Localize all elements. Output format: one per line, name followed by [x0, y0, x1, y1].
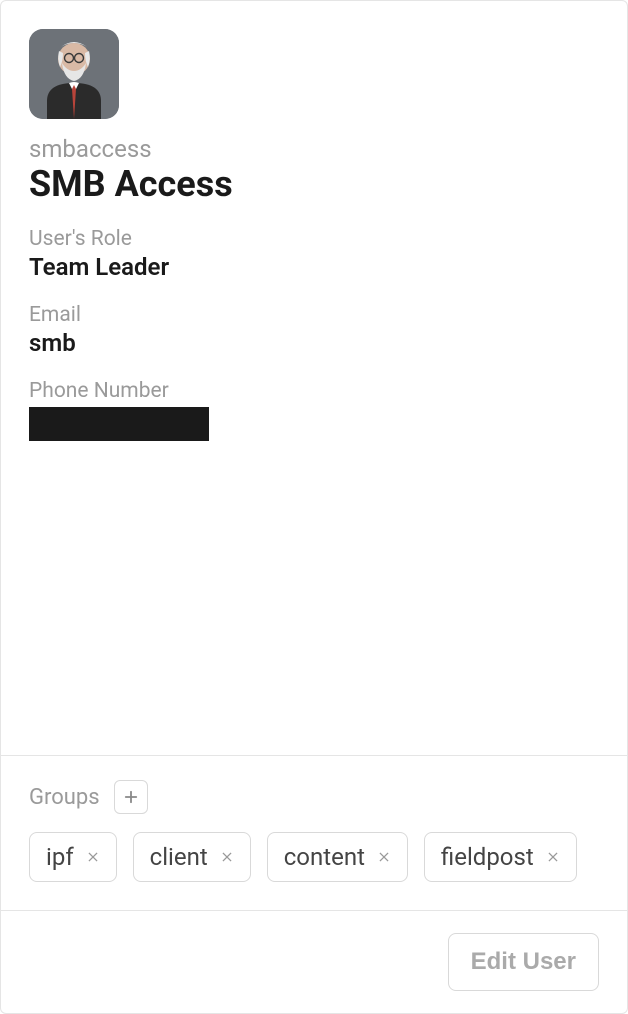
group-tag: ipf	[29, 832, 117, 882]
user-profile-card: smbaccess SMB Access User's Role Team Le…	[0, 0, 628, 1014]
group-tag-label: ipf	[46, 843, 74, 871]
remove-group-button[interactable]	[86, 850, 100, 864]
groups-header: Groups	[29, 780, 599, 814]
username-text: smbaccess	[29, 135, 599, 163]
avatar-image-icon	[29, 29, 119, 119]
group-tags-container: ipf client content fieldpost	[29, 832, 599, 882]
avatar	[29, 29, 119, 119]
remove-group-button[interactable]	[546, 850, 560, 864]
email-field: Email smb	[29, 303, 599, 357]
remove-group-button[interactable]	[220, 850, 234, 864]
remove-group-button[interactable]	[377, 850, 391, 864]
role-field: User's Role Team Leader	[29, 227, 599, 281]
profile-section: smbaccess SMB Access User's Role Team Le…	[1, 1, 627, 755]
close-icon	[377, 850, 391, 864]
edit-user-button[interactable]: Edit User	[448, 933, 599, 991]
card-footer: Edit User	[1, 910, 627, 1013]
close-icon	[220, 850, 234, 864]
add-group-button[interactable]	[114, 780, 148, 814]
close-icon	[546, 850, 560, 864]
email-label: Email	[29, 303, 599, 327]
group-tag: content	[267, 832, 408, 882]
group-tag-label: client	[150, 843, 208, 871]
role-label: User's Role	[29, 227, 599, 251]
group-tag: fieldpost	[424, 832, 577, 882]
role-value: Team Leader	[29, 253, 599, 281]
close-icon	[86, 850, 100, 864]
phone-label: Phone Number	[29, 379, 599, 403]
groups-section: Groups ipf client content fieldpost	[1, 755, 627, 910]
group-tag-label: content	[284, 843, 365, 871]
groups-label: Groups	[29, 785, 100, 810]
phone-value-redacted	[29, 407, 209, 441]
email-value: smb	[29, 329, 599, 357]
phone-field: Phone Number	[29, 379, 599, 441]
group-tag-label: fieldpost	[441, 843, 534, 871]
display-name-text: SMB Access	[29, 163, 599, 205]
plus-icon	[122, 788, 140, 806]
group-tag: client	[133, 832, 251, 882]
